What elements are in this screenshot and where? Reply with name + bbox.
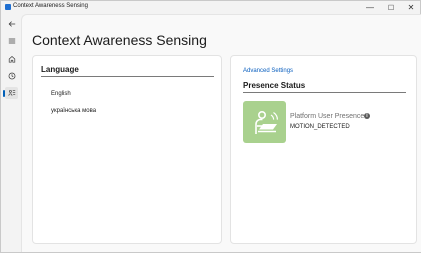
navigation-rail bbox=[1, 14, 21, 252]
sensing-settings-icon bbox=[7, 90, 15, 96]
close-button[interactable]: ✕ bbox=[402, 1, 420, 14]
title-bar: Context Awareness Sensing — ☐ ✕ bbox=[1, 1, 420, 14]
language-option-english[interactable]: English bbox=[51, 91, 71, 97]
person-at-laptop-icon bbox=[254, 111, 278, 134]
nav-item-home[interactable] bbox=[5, 53, 18, 65]
info-icon[interactable]: i bbox=[364, 113, 370, 119]
minimize-button[interactable]: — bbox=[361, 1, 379, 14]
nav-item-history[interactable] bbox=[5, 70, 18, 82]
menu-toggle-button[interactable] bbox=[5, 35, 18, 47]
language-card: Language English українська мова bbox=[32, 55, 222, 244]
presence-divider bbox=[243, 92, 406, 93]
presence-value: MOTION_DETECTED bbox=[290, 124, 350, 130]
nav-item-sensing[interactable] bbox=[5, 87, 18, 99]
presence-label: Platform User Presence bbox=[290, 113, 365, 120]
app-logo-icon bbox=[5, 4, 11, 10]
presence-status-tile bbox=[243, 101, 286, 143]
page-title: Context Awareness Sensing bbox=[32, 32, 207, 48]
language-divider bbox=[41, 76, 214, 77]
app-window: Context Awareness Sensing — ☐ ✕ Context … bbox=[0, 0, 421, 253]
language-option-ukrainian[interactable]: українська мова bbox=[51, 108, 96, 114]
window-title: Context Awareness Sensing bbox=[13, 3, 88, 9]
back-button[interactable] bbox=[5, 18, 18, 30]
maximize-button[interactable]: ☐ bbox=[382, 1, 400, 14]
language-heading: Language bbox=[41, 65, 79, 74]
advanced-settings-link[interactable]: Advanced Settings bbox=[243, 68, 293, 74]
presence-card: Advanced Settings Presence Status Platfo… bbox=[230, 55, 417, 244]
presence-status-heading: Presence Status bbox=[243, 81, 306, 90]
hamburger-menu-icon bbox=[8, 38, 15, 44]
back-arrow-icon bbox=[8, 21, 15, 27]
history-icon bbox=[8, 72, 15, 80]
home-icon bbox=[8, 55, 15, 63]
